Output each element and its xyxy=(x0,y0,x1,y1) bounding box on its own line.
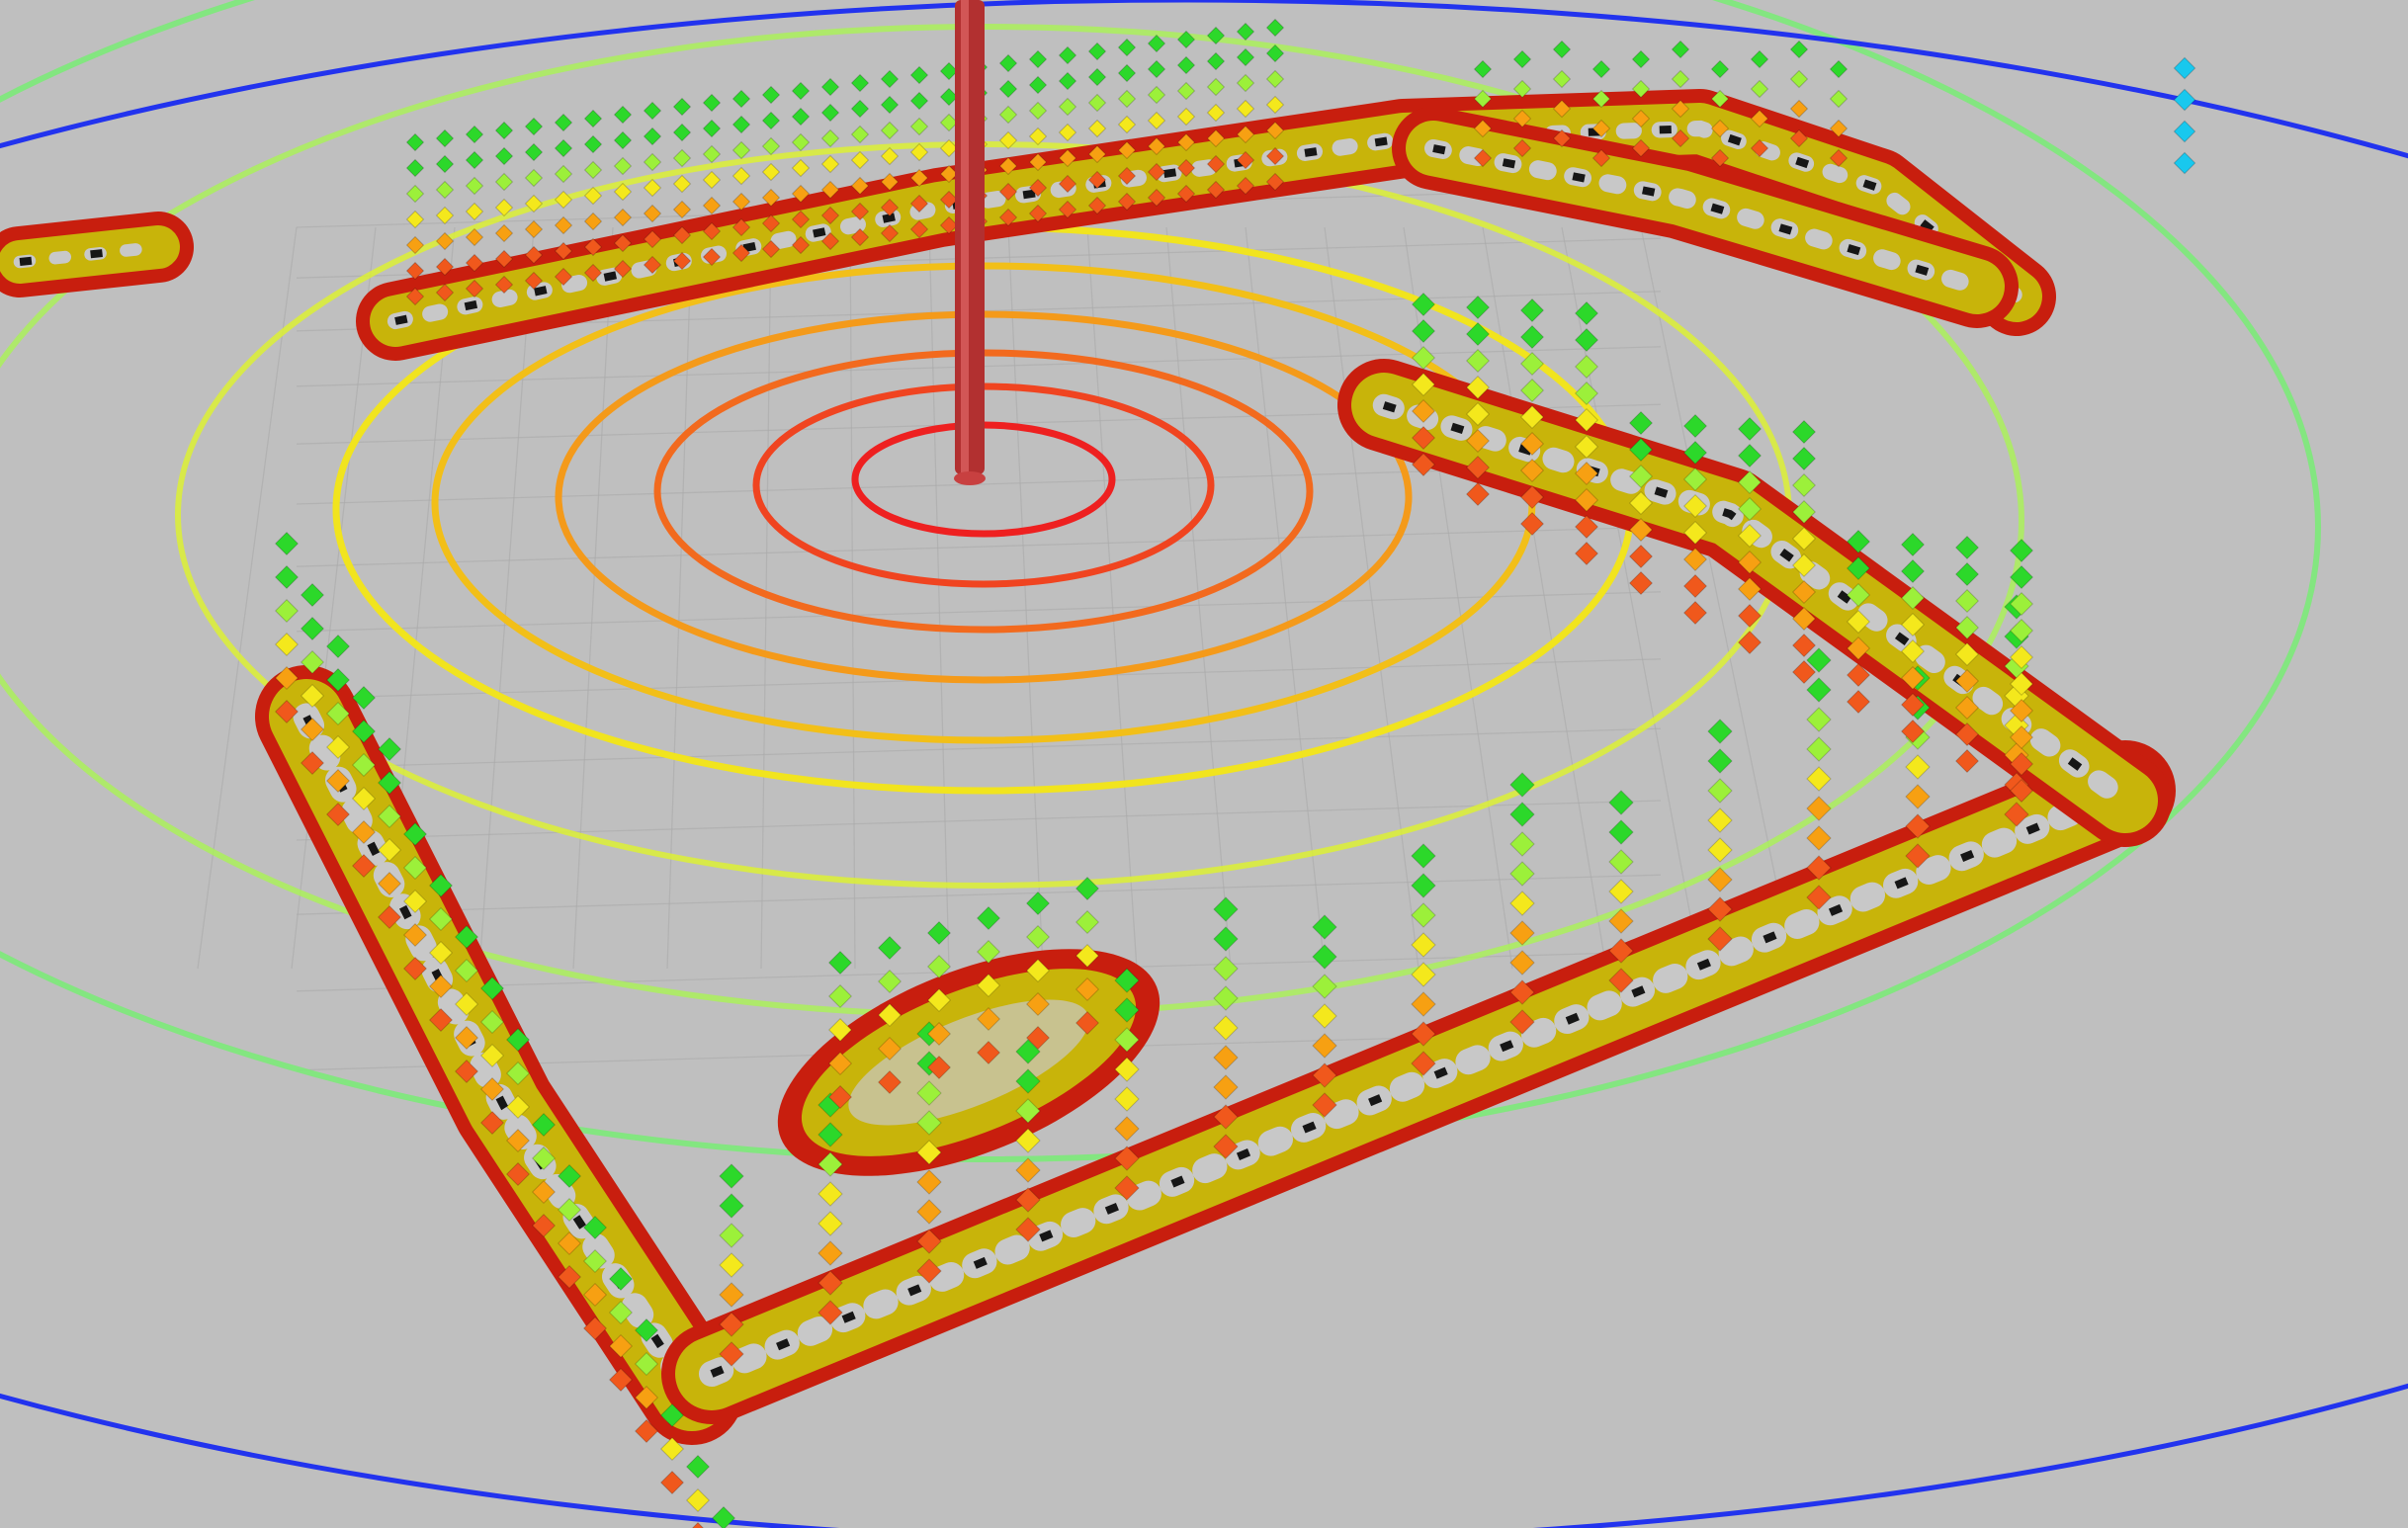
pole-body xyxy=(955,0,985,474)
pole-highlight xyxy=(961,0,969,474)
robot-pose-marker xyxy=(954,0,986,485)
rviz-3d-viewport[interactable] xyxy=(0,0,2408,1528)
costmap-scene[interactable] xyxy=(0,0,2408,1528)
pole-base xyxy=(954,471,986,485)
